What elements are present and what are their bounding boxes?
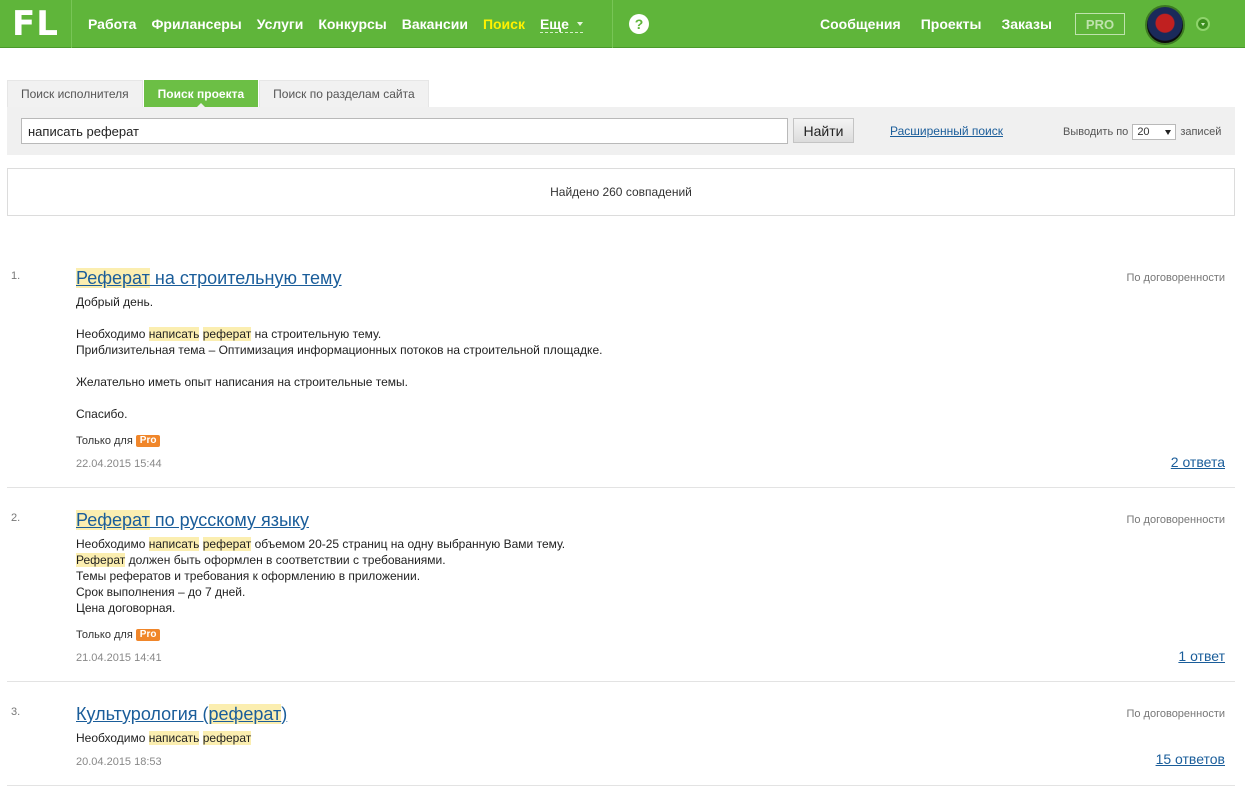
tab-search-performer[interactable]: Поиск исполнителя	[7, 80, 143, 107]
avatar[interactable]	[1145, 5, 1185, 45]
description-line	[76, 390, 602, 406]
nav-contests[interactable]: Конкурсы	[318, 16, 386, 32]
nav-more-dropdown[interactable]: Еще	[539, 15, 583, 33]
only-for-pro: Только для Pro	[76, 629, 161, 641]
nav-vacancies[interactable]: Вакансии	[402, 16, 468, 32]
search-input[interactable]	[21, 118, 788, 144]
nav-messages[interactable]: Сообщения	[820, 16, 901, 32]
result-answers-link[interactable]: 15 ответов	[1156, 751, 1225, 767]
top-navigation-bar: FL Работа Фрилансеры Услуги Конкурсы Вак…	[0, 0, 1245, 48]
per-page-select[interactable]: 20	[1132, 124, 1177, 140]
result-budget: По договоренности	[1126, 708, 1225, 720]
only-for-label: Только для	[76, 629, 133, 641]
description-line: Темы рефератов и требования к оформлению…	[76, 569, 421, 583]
result-divider	[7, 785, 1235, 786]
per-page-control: Выводить по 20 записей	[1063, 124, 1221, 140]
only-for-pro: Только для Pro	[76, 435, 161, 447]
result-description: Добрый день. Необходимо написать реферат …	[76, 294, 602, 422]
result-date: 20.04.2015 18:53	[76, 756, 162, 768]
user-nav: Сообщения Проекты Заказы	[820, 0, 1072, 48]
search-highlight: написать	[148, 327, 200, 341]
nav-divider	[612, 0, 613, 48]
result-number: 2.	[11, 512, 21, 524]
description-line: Цена договорная.	[76, 601, 176, 615]
tab-search-project[interactable]: Поиск проекта	[143, 80, 259, 108]
result-answers-link[interactable]: 2 ответа	[1171, 454, 1225, 470]
nav-orders[interactable]: Заказы	[1001, 16, 1051, 32]
tab-search-sections[interactable]: Поиск по разделам сайта	[259, 80, 429, 107]
advanced-search-link[interactable]: Расширенный поиск	[890, 124, 1003, 138]
results-count: Найдено 260 совпадений	[550, 185, 692, 199]
nav-more-label: Еще	[539, 15, 569, 32]
result-title-link[interactable]: Реферат на строительную тему	[76, 268, 342, 289]
description-line: Срок выполнения – до 7 дней.	[76, 585, 246, 599]
search-highlight: Реферат	[76, 268, 150, 288]
description-line: Приблизительная тема – Оптимизация инфор…	[76, 343, 603, 357]
nav-freelancers[interactable]: Фрилансеры	[151, 16, 241, 32]
per-page-prefix: Выводить по	[1063, 126, 1129, 138]
search-highlight: написать	[148, 537, 200, 551]
only-for-label: Только для	[76, 435, 133, 447]
result-budget: По договоренности	[1126, 514, 1225, 526]
result-date: 21.04.2015 14:41	[76, 652, 162, 664]
find-button[interactable]: Найти	[793, 118, 854, 143]
main-nav: Работа Фрилансеры Услуги Конкурсы Ваканс…	[88, 0, 583, 48]
result-budget: По договоренности	[1126, 272, 1225, 284]
pro-badge: Pro	[135, 629, 161, 641]
description-line: Необходимо написать реферат	[76, 731, 252, 745]
result-divider	[7, 681, 1235, 682]
description-line: Желательно иметь опыт написания на строи…	[76, 375, 408, 389]
search-highlight: реферат	[202, 327, 252, 341]
search-highlight: реферат	[208, 704, 282, 724]
help-icon[interactable]: ?	[629, 14, 649, 34]
nav-search[interactable]: Поиск	[483, 16, 525, 32]
result-description: Необходимо написать реферат объемом 20-2…	[76, 536, 565, 616]
nav-rabota[interactable]: Работа	[88, 16, 136, 32]
result-answers-link[interactable]: 1 ответ	[1178, 648, 1225, 664]
description-line: Добрый день.	[76, 295, 154, 309]
result-description: Необходимо написать реферат	[76, 730, 252, 746]
search-highlight: Реферат	[76, 553, 126, 567]
search-panel: Найти Расширенный поиск Выводить по 20 з…	[7, 107, 1235, 155]
result-title-link[interactable]: Реферат по русскому языку	[76, 510, 309, 531]
nav-projects[interactable]: Проекты	[921, 16, 982, 32]
result-title-link[interactable]: Культурология (реферат)	[76, 704, 287, 725]
results-count-box: Найдено 260 совпадений	[7, 168, 1235, 216]
result-divider	[7, 487, 1235, 488]
result-date: 22.04.2015 15:44	[76, 458, 162, 470]
search-highlight: реферат	[202, 537, 252, 551]
description-line: Необходимо написать реферат на строитель…	[76, 327, 382, 341]
chevron-down-icon	[576, 21, 583, 26]
nav-services[interactable]: Услуги	[257, 16, 304, 32]
description-line: Спасибо.	[76, 407, 128, 421]
result-number: 3.	[11, 706, 21, 718]
description-line: Необходимо написать реферат объемом 20-2…	[76, 537, 566, 551]
search-tabs: Поиск исполнителя Поиск проекта Поиск по…	[7, 80, 430, 108]
dropdown-arrow-icon	[1165, 129, 1172, 135]
user-menu-dropdown-icon[interactable]	[1196, 17, 1210, 31]
description-line: Реферат должен быть оформлен в соответст…	[76, 553, 446, 567]
search-highlight: Реферат	[76, 510, 150, 530]
description-line	[76, 358, 602, 374]
pro-badge: Pro	[135, 435, 161, 447]
search-highlight: написать	[148, 731, 200, 745]
description-line	[76, 310, 602, 326]
result-number: 1.	[11, 270, 21, 282]
per-page-value: 20	[1137, 126, 1150, 138]
pro-button[interactable]: PRO	[1075, 13, 1125, 35]
per-page-suffix: записей	[1180, 126, 1222, 138]
fl-logo[interactable]: FL	[0, 0, 72, 48]
search-highlight: реферат	[202, 731, 252, 745]
